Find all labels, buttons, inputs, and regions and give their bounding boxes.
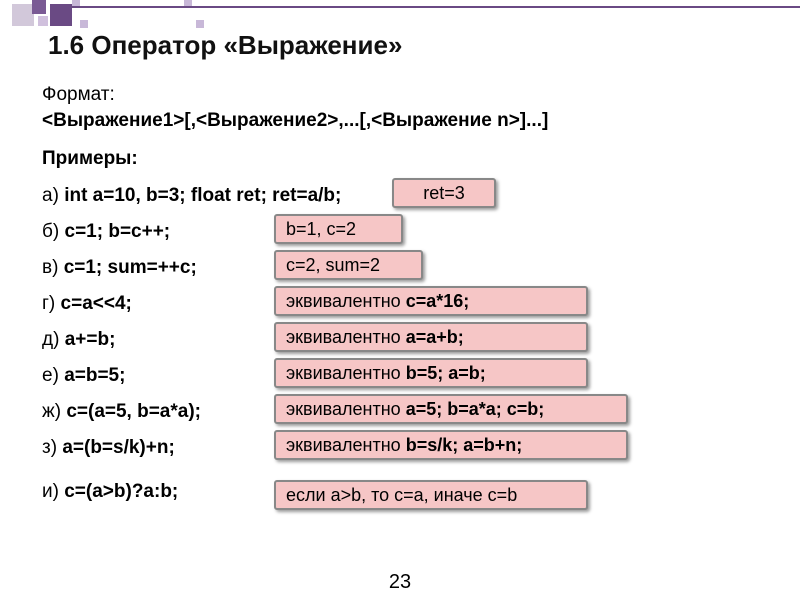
row-code: c=1; b=c++; [65,221,171,242]
badge-text: если a>b, то c=a, иначе c=b [286,485,517,505]
badge-bold: a=5; b=a*a; c=b; [406,399,545,419]
badge-text: эквивалентно [286,399,406,419]
row-code: c=(a>b)?a:b; [64,481,178,502]
row-tag: ж) [42,401,66,422]
example-row-b: б) c=1; b=c++; b=1, c=2 [42,214,760,250]
result-badge: c=2, sum=2 [274,250,423,280]
result-badge: ret=3 [392,178,496,208]
result-badge: эквивалентно a=5; b=a*a; c=b; [274,394,628,424]
badge-text: эквивалентно [286,363,406,383]
row-tag: б) [42,221,65,242]
badge-text: эквивалентно [286,435,406,455]
row-tag: и) [42,481,64,502]
example-row-a: а) int a=10, b=3; float ret; ret=a/b; re… [42,178,760,214]
row-code: int a=10, b=3; float ret; ret=a/b; [64,185,341,206]
row-code: c=1; sum=++c; [64,257,197,278]
badge-text: b=1, c=2 [286,219,356,239]
row-tag: з) [42,437,62,458]
row-tag: е) [42,365,64,386]
badge-bold: b=s/k; a=b+n; [406,435,523,455]
page-number: 23 [0,571,800,594]
badge-text: c=2, sum=2 [286,255,380,275]
result-badge: эквивалентно a=a+b; [274,322,588,352]
examples-label: Примеры: [42,148,760,170]
badge-text: эквивалентно [286,291,406,311]
row-code: a=(b=s/k)+n; [62,437,174,458]
example-row-d: д) a+=b; эквивалентно a=a+b; [42,322,760,358]
example-row-zh: ж) c=(a=5, b=a*a); эквивалентно a=5; b=a… [42,394,760,430]
row-code: a+=b; [65,329,116,350]
row-code: c=(a=5, b=a*a); [66,401,201,422]
badge-bold: c=a*16; [406,291,470,311]
example-row-z: з) a=(b=s/k)+n; эквивалентно b=s/k; a=b+… [42,430,760,466]
page-title: 1.6 Оператор «Выражение» [48,30,402,61]
row-tag: в) [42,257,64,278]
result-badge: эквивалентно b=s/k; a=b+n; [274,430,628,460]
slide-content: Формат: <Выражение1>[,<Выражение2>,...[,… [42,84,760,514]
corner-decoration [0,0,220,30]
row-code: c=a<<4; [61,293,132,314]
example-row-e: е) a=b=5; эквивалентно b=5; a=b; [42,358,760,394]
result-badge: эквивалентно b=5; a=b; [274,358,588,388]
example-row-g: г) c=a<<4; эквивалентно c=a*16; [42,286,760,322]
badge-text: ret=3 [423,183,465,203]
badge-bold: a=a+b; [406,327,464,347]
row-tag: д) [42,329,65,350]
badge-bold: b=5; a=b; [406,363,486,383]
row-tag: а) [42,185,64,206]
row-code: a=b=5; [64,365,125,386]
row-tag: г) [42,293,61,314]
format-syntax: <Выражение1>[,<Выражение2>,...[,<Выражен… [42,110,760,132]
format-label: Формат: [42,84,760,106]
example-row-i: и) c=(a>b)?a:b; если a>b, то c=a, иначе … [42,466,760,514]
header-divider [70,6,800,8]
example-row-v: в) c=1; sum=++c; c=2, sum=2 [42,250,760,286]
result-badge: эквивалентно c=a*16; [274,286,588,316]
badge-text: эквивалентно [286,327,406,347]
result-badge: b=1, c=2 [274,214,403,244]
result-badge: если a>b, то c=a, иначе c=b [274,480,588,510]
